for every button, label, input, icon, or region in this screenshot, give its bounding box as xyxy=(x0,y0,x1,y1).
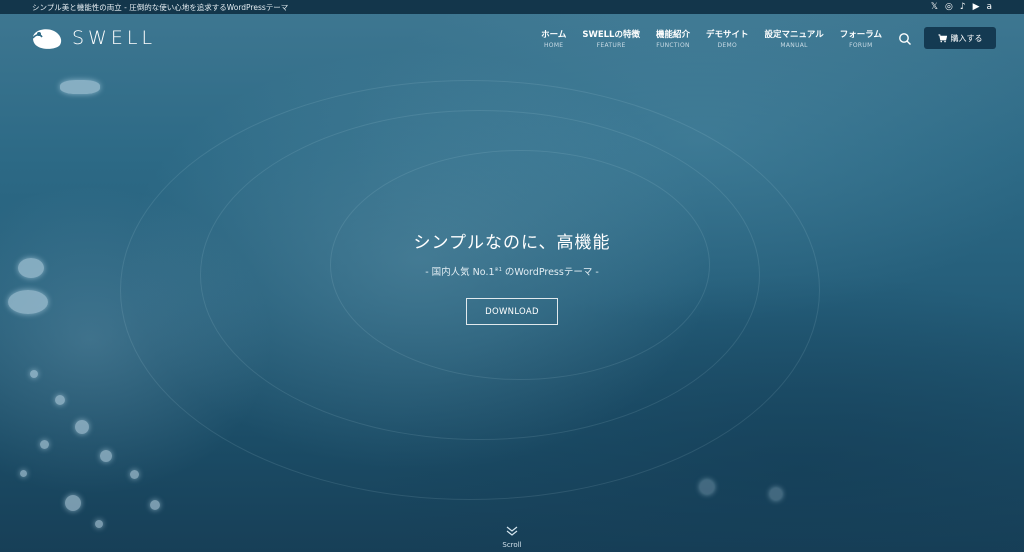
nav-item-home[interactable]: ホーム HOME xyxy=(533,28,574,49)
scroll-indicator[interactable]: Scroll xyxy=(492,521,532,549)
site-tagline: シンプル美と機能性の両立 - 圧倒的な使い心地を追求するWordPressテーマ xyxy=(32,2,289,12)
nav-sublabel: DEMO xyxy=(717,41,737,49)
logo-text: SWELL xyxy=(72,27,157,49)
nav-sublabel: MANUAL xyxy=(780,41,808,49)
search-icon[interactable] xyxy=(898,31,912,45)
site-logo[interactable]: SWELL xyxy=(30,26,156,50)
logo-icon xyxy=(32,29,62,49)
scroll-label: Scroll xyxy=(502,541,522,549)
footnote-mark: ※1 xyxy=(494,266,502,273)
tiktok-icon[interactable]: ♪ xyxy=(960,2,966,12)
chevron-down-icon xyxy=(506,526,518,536)
nav-item-demo[interactable]: デモサイト DEMO xyxy=(698,28,757,49)
nav-sublabel: FUNCTION xyxy=(656,41,690,49)
nav-label: デモサイト xyxy=(705,29,749,40)
buy-label: 購入する xyxy=(950,33,983,43)
amazon-icon[interactable]: a xyxy=(986,2,992,12)
hero-subtitle-pre: - 国内人気 No.1 xyxy=(425,267,495,278)
nav-label: 設定マニュアル xyxy=(764,29,824,40)
youtube-icon[interactable]: ▶ xyxy=(973,2,980,12)
hero-title: シンプルなのに、高機能 xyxy=(413,233,611,253)
download-button[interactable]: DOWNLOAD xyxy=(466,298,558,325)
nav-label: SWELLの特徴 xyxy=(582,29,640,40)
instagram-icon[interactable]: ◎ xyxy=(945,2,953,12)
nav-item-manual[interactable]: 設定マニュアル MANUAL xyxy=(757,28,832,49)
hero-subtitle: - 国内人気 No.1※1 のWordPressテーマ - xyxy=(0,264,1024,278)
main-nav: ホーム HOME SWELLの特徴 FEATURE 機能紹介 FUNCTION … xyxy=(533,27,996,49)
nav-label: フォーラム xyxy=(839,29,882,40)
x-icon[interactable]: 𝕏 xyxy=(931,2,938,12)
hero-subtitle-post: のWordPressテーマ - xyxy=(501,267,599,278)
top-bar: シンプル美と機能性の両立 - 圧倒的な使い心地を追求するWordPressテーマ… xyxy=(0,0,1024,14)
nav-item-feature[interactable]: SWELLの特徴 FEATURE xyxy=(574,28,648,49)
nav-sublabel: FEATURE xyxy=(596,41,626,49)
nav-sublabel: HOME xyxy=(544,41,564,49)
nav-sublabel: FORUM xyxy=(849,41,873,49)
nav-item-function[interactable]: 機能紹介 FUNCTION xyxy=(648,28,698,49)
buy-button[interactable]: 購入する xyxy=(924,27,996,49)
nav-item-forum[interactable]: フォーラム FORUM xyxy=(832,28,890,49)
social-links: 𝕏 ◎ ♪ ▶ a xyxy=(931,2,992,12)
nav-label: ホーム xyxy=(541,29,567,40)
nav-label: 機能紹介 xyxy=(655,29,690,40)
site-header: SWELL ホーム HOME SWELLの特徴 FEATURE 機能紹介 FUN… xyxy=(0,14,1024,62)
cart-icon xyxy=(937,33,947,42)
hero-section: シンプルなのに、高機能 - 国内人気 No.1※1 のWordPressテーマ … xyxy=(0,228,1024,278)
